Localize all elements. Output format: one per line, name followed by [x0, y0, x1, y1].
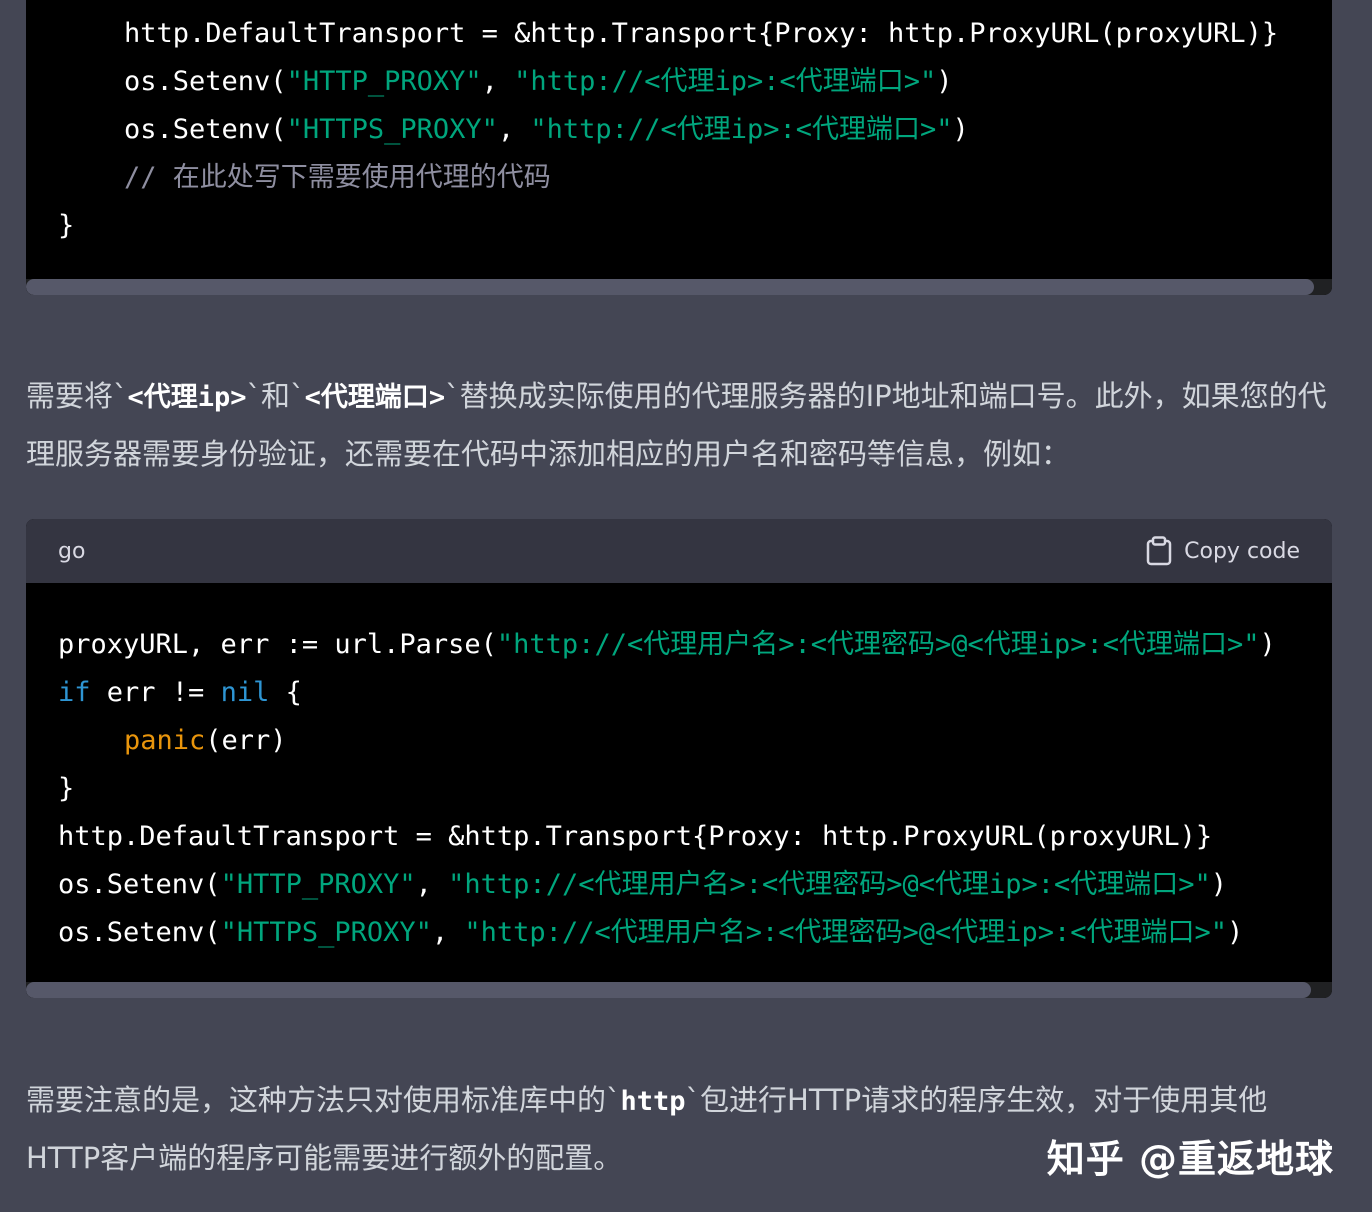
code-token: ,: [481, 66, 515, 97]
code-token: http.DefaultTransport = &http.Transport{…: [58, 821, 1213, 852]
code-token: "http://<代理用户名>:<代理密码>@<代理ip>:<代理端口>": [496, 629, 1260, 660]
code-token: http.DefaultTransport = &http.Transport{…: [124, 18, 1279, 49]
code-lines: http.DefaultTransport = &http.Transport{…: [58, 10, 1278, 250]
horizontal-scrollbar[interactable]: [26, 279, 1332, 295]
code-token: ): [952, 114, 969, 145]
code-line: panic(err): [58, 717, 1276, 765]
code-token: ): [1227, 917, 1244, 948]
code-token: ): [1210, 869, 1228, 900]
code-line: if err != nil {: [58, 669, 1276, 717]
code-line: os.Setenv("HTTP_PROXY", "http://<代理用户名>:…: [58, 861, 1276, 909]
code-line: os.Setenv("HTTP_PROXY", "http://<代理ip>:<…: [58, 58, 1278, 106]
code-token: ): [1259, 629, 1276, 660]
code-token: os.Setenv(: [58, 869, 221, 900]
inline-code-proxy-ip: <代理ip>: [127, 382, 247, 413]
code-token: }: [58, 210, 75, 241]
code-token: // 在此处写下需要使用代理的代码: [124, 162, 551, 193]
inline-code-proxy-port: <代理端口>: [304, 382, 446, 413]
zhihu-watermark: 知乎 @重返地球: [1046, 1137, 1334, 1181]
code-line: }: [58, 202, 1278, 250]
copy-code-label: Copy code: [1184, 538, 1300, 564]
code-token: if: [58, 677, 91, 708]
code-line: os.Setenv("HTTPS_PROXY", "http://<代理用户名>…: [58, 909, 1276, 957]
copy-code-button[interactable]: Copy code: [1146, 535, 1300, 567]
code-line: http.DefaultTransport = &http.Transport{…: [58, 10, 1278, 58]
inline-code-http: http: [620, 1086, 686, 1117]
code-token: ,: [497, 114, 531, 145]
code-line: proxyURL, err := url.Parse("http://<代理用户…: [58, 621, 1276, 669]
code-token: "http://<代理ip>:<代理端口>": [530, 114, 953, 145]
paragraph-text: 需要注意的是，这种方法只对使用标准库中的`: [26, 1083, 621, 1117]
paragraph-text: `和`: [246, 379, 305, 413]
code-token: panic: [124, 725, 206, 756]
paragraph-text: 需要将`: [26, 379, 128, 413]
code-token: "http://<代理用户名>:<代理密码>@<代理ip>:<代理端口>": [464, 917, 1228, 948]
code-token: {: [269, 677, 302, 708]
code-header: go Copy code: [26, 519, 1332, 583]
scrollbar-thumb[interactable]: [26, 982, 1311, 998]
code-token: os.Setenv(: [124, 66, 287, 97]
explanation-paragraph: 需要将`<代理ip>`和`<代理端口>`替换成实际使用的代理服务器的IP地址和端…: [26, 368, 1336, 482]
code-token: (err): [205, 725, 287, 756]
code-token: "http://<代理ip>:<代理端口>": [514, 66, 937, 97]
language-label: go: [58, 539, 86, 564]
scrollbar-thumb[interactable]: [26, 279, 1314, 295]
horizontal-scrollbar[interactable]: [26, 982, 1332, 998]
code-token: os.Setenv(: [124, 114, 287, 145]
code-line: // 在此处写下需要使用代理的代码: [58, 154, 1278, 202]
code-line: http.DefaultTransport = &http.Transport{…: [58, 813, 1276, 861]
code-block-2: go Copy code proxyURL, err := url.Parse(…: [26, 519, 1332, 998]
code-token: "http://<代理用户名>:<代理密码>@<代理ip>:<代理端口>": [448, 869, 1211, 900]
code-line: os.Setenv("HTTPS_PROXY", "http://<代理ip>:…: [58, 106, 1278, 154]
code-line: }: [58, 765, 1276, 813]
code-token: err !=: [90, 677, 221, 708]
code-token: ,: [431, 917, 465, 948]
code-token: ): [936, 66, 953, 97]
clipboard-icon: [1146, 536, 1172, 566]
code-token: proxyURL, err := url.Parse(: [58, 629, 497, 660]
code-block-1: http.DefaultTransport = &http.Transport{…: [26, 0, 1332, 295]
code-token: "HTTP_PROXY": [220, 869, 416, 900]
code-token: nil: [220, 677, 270, 708]
code-token: ,: [415, 869, 449, 900]
code-token: os.Setenv(: [58, 917, 221, 948]
code-token: "HTTP_PROXY": [286, 66, 482, 97]
code-token: "HTTPS_PROXY": [220, 917, 432, 948]
code-token: }: [58, 773, 75, 804]
code-token: "HTTPS_PROXY": [286, 114, 498, 145]
code-lines: proxyURL, err := url.Parse("http://<代理用户…: [58, 621, 1276, 957]
